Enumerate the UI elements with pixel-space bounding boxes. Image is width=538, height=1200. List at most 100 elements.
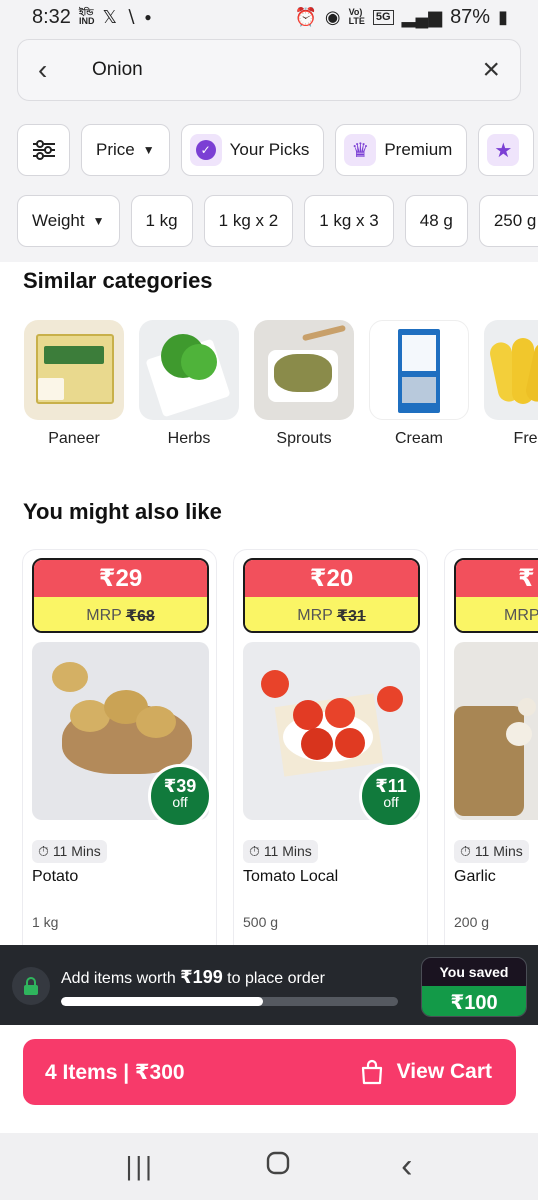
eta-text: 11 Mins (474, 843, 523, 859)
discount-badge: ₹11 off (359, 764, 423, 828)
price-box: ₹20 MRP ₹31 (243, 558, 420, 633)
discount-label: off (172, 794, 188, 810)
filter-option-label: 1 kg x 3 (319, 211, 379, 230)
home-icon[interactable] (266, 1151, 290, 1182)
search-input[interactable]: Onion (72, 59, 482, 81)
product-quantity: 200 g (454, 914, 490, 930)
battery-level: 87% (450, 5, 491, 28)
filter-weight[interactable]: Weight ▼ (17, 195, 120, 247)
filter-option-label: 1 kg x 2 (218, 211, 279, 230)
filter-weight-option[interactable]: 1 kg (130, 195, 193, 247)
category-paneer[interactable]: Paneer (24, 320, 124, 448)
view-cart-button[interactable]: 4 Items | ₹300 View Cart (23, 1039, 516, 1105)
filter-weight-label: Weight (32, 211, 85, 230)
recent-apps-icon[interactable]: ||| (126, 1151, 155, 1182)
star-icon: ★ (487, 134, 520, 166)
category-label: Sprouts (276, 430, 332, 447)
min-order-progress (61, 997, 398, 1006)
volte-icon: Vo) LTE (348, 7, 365, 26)
chevron-down-icon: ▼ (92, 214, 105, 228)
product-card[interactable]: ₹ MRP ⏱ 11 Mins Garlic 200 g (444, 549, 538, 962)
discount-badge: ₹39 off (148, 764, 212, 828)
fresh-image (484, 320, 538, 420)
product-card[interactable]: ₹20 MRP ₹31 ₹11 off ⏱ 11 Mins Tomato Loc… (233, 549, 428, 962)
delivery-eta: ⏱ 11 Mins (243, 840, 318, 863)
mrp-row: MRP ₹68 (34, 597, 207, 631)
mrp-row: MRP ₹31 (245, 597, 418, 631)
mrp-value: ₹68 (125, 608, 155, 625)
filter-premium[interactable]: ♛ Premium (335, 124, 468, 176)
filter-price-label: Price (96, 140, 135, 159)
filter-option-label: 1 kg (145, 211, 178, 230)
delivery-eta: ⏱ 11 Mins (32, 840, 107, 863)
category-cream[interactable]: Cream (369, 320, 469, 448)
filter-starred[interactable]: ★ (478, 124, 535, 176)
product-card[interactable]: ₹29 MRP ₹68 ₹39 off ⏱ 11 Mins Potato 1 k… (22, 549, 217, 962)
similar-categories-title: Similar categories (23, 268, 213, 293)
signal-icon: ▂▄▆ (401, 6, 443, 27)
product-quantity: 1 kg (32, 914, 59, 930)
search-bar[interactable]: ‹ Onion × (17, 39, 521, 101)
back-icon[interactable]: ‹ (401, 1147, 412, 1186)
you-might-also-like-title: You might also like (23, 499, 222, 524)
category-sprouts[interactable]: Sprouts (254, 320, 354, 448)
view-cart-action: View Cart (359, 1059, 492, 1085)
crown-icon: ♛ (344, 134, 377, 166)
filter-settings-button[interactable] (17, 124, 70, 176)
dot-icon: ● (144, 10, 152, 24)
progress-fill (61, 997, 264, 1006)
discount-amount: ₹11 (375, 776, 407, 796)
cart-footer: 4 Items | ₹300 View Cart (0, 1025, 538, 1133)
close-icon[interactable]: × (482, 53, 500, 87)
price-box: ₹ MRP (454, 558, 538, 633)
category-label: Paneer (48, 430, 100, 447)
filter-your-picks-label: Your Picks (229, 140, 310, 159)
discount-label: off (383, 794, 399, 810)
category-label: Fresh (513, 430, 538, 447)
product-name: Potato (32, 868, 79, 885)
selling-price: ₹ (456, 560, 538, 597)
category-label: Herbs (167, 430, 211, 447)
battery-icon: ▮ (498, 6, 508, 27)
category-fresh[interactable]: Fresh (484, 320, 538, 448)
filter-your-picks[interactable]: ✓ Your Picks (180, 124, 325, 176)
paneer-image (24, 320, 124, 420)
product-image[interactable] (454, 642, 538, 820)
herbs-image (139, 320, 239, 420)
selling-price: ₹29 (34, 560, 207, 597)
sprouts-image (254, 320, 354, 420)
category-herbs[interactable]: Herbs (139, 320, 239, 448)
status-bar: 8:32 ইন্ডি IND 𝕏 ∖ ● ⏰ ◉ Vo) LTE 5G ▂▄▆ … (0, 0, 538, 34)
filter-option-label: 48 g (419, 211, 453, 230)
filter-weight-option[interactable]: 1 kg x 2 (203, 195, 294, 247)
savings-value: ₹100 (422, 986, 526, 1016)
chevron-left-icon[interactable]: ‹ (38, 54, 72, 86)
mrp-label: MRP (504, 607, 538, 624)
badge-check-icon: ✓ (189, 134, 222, 166)
filter-weight-option[interactable]: 1 kg x 3 (304, 195, 394, 247)
min-order-message: Add items worth ₹199 to place order (61, 967, 325, 988)
savings-title: You saved (439, 964, 509, 980)
selling-price: ₹20 (245, 560, 418, 597)
system-nav-bar: ||| ‹ (0, 1133, 538, 1200)
filter-weight-option[interactable]: 250 g (478, 195, 538, 247)
chevron-down-icon: ▼ (142, 143, 155, 157)
stopwatch-icon: ⏱ (249, 843, 260, 859)
mrp-label: MRP (297, 607, 333, 624)
filter-weight-option[interactable]: 48 g (404, 195, 468, 247)
mrp-label: MRP (86, 607, 122, 624)
filter-price[interactable]: Price ▼ (81, 124, 170, 176)
filter-premium-label: Premium (384, 140, 453, 159)
eta-text: 11 Mins (52, 843, 101, 859)
min-order-suffix: to place order (222, 970, 325, 987)
mrp-row: MRP (456, 597, 538, 631)
category-carousel[interactable]: Paneer Herbs Sprouts Cream Fre (24, 320, 538, 448)
cart-summary: 4 Items | ₹300 (45, 1060, 185, 1084)
signal-wave-icon: ∖ (124, 6, 137, 27)
filter-option-label: 250 g (493, 211, 537, 230)
results-content[interactable]: Similar categories Paneer Herbs Sprouts … (0, 262, 538, 962)
product-carousel[interactable]: ₹29 MRP ₹68 ₹39 off ⏱ 11 Mins Potato 1 k… (22, 549, 538, 962)
view-cart-label: View Cart (396, 1060, 492, 1083)
cream-image (369, 320, 469, 420)
product-quantity: 500 g (243, 914, 279, 930)
